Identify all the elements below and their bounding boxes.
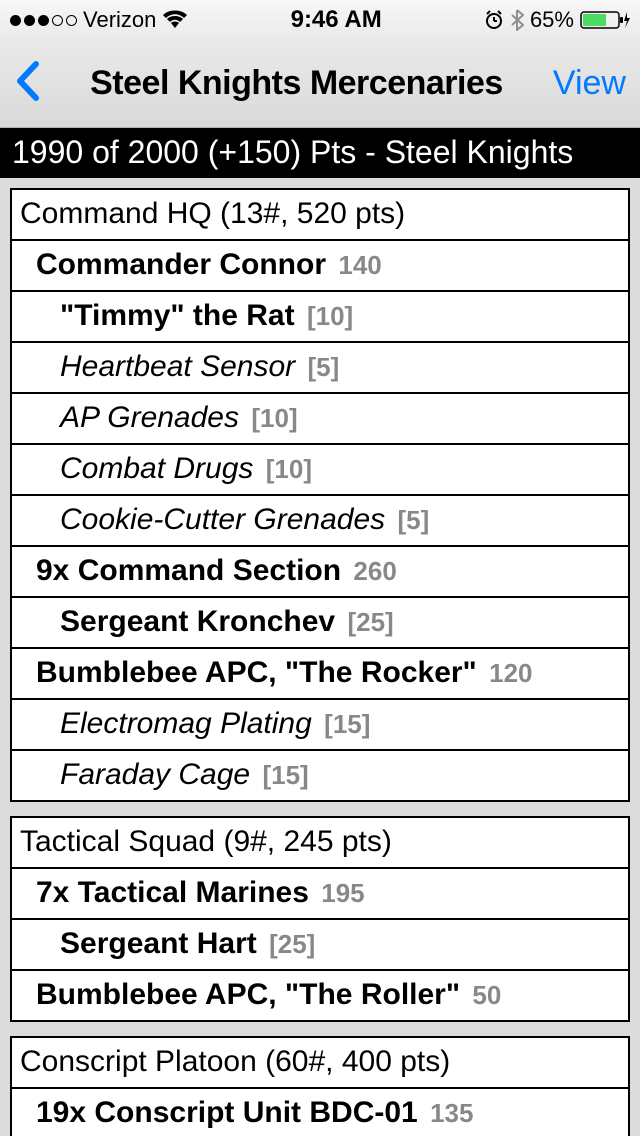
- roster-entry[interactable]: Bumblebee APC, "The Rocker" 120: [12, 647, 628, 698]
- entry-points: 15: [262, 760, 308, 790]
- group-header[interactable]: Command HQ (13#, 520 pts): [12, 190, 628, 239]
- entry-name: "Timmy" the Rat: [60, 299, 295, 332]
- entry-points: 50: [472, 980, 501, 1010]
- entry-name: Combat Drugs: [60, 452, 253, 485]
- roster-group: Conscript Platoon (60#, 400 pts)19x Cons…: [10, 1036, 630, 1136]
- entry-points: 5: [398, 505, 430, 535]
- points-summary: 1990 of 2000 (+150) Pts - Steel Knights: [0, 128, 640, 178]
- entry-points: 25: [269, 929, 315, 959]
- entry-points: 120: [489, 658, 532, 688]
- roster-entry[interactable]: 19x Conscript Unit BDC-01 135: [12, 1087, 628, 1136]
- entry-points: 260: [353, 556, 396, 586]
- entry-points: 15: [324, 709, 370, 739]
- entry-name: Heartbeat Sensor: [60, 350, 295, 383]
- entry-name: Sergeant Hart: [60, 927, 257, 960]
- roster-entry[interactable]: Cookie-Cutter Grenades 5: [12, 494, 628, 545]
- entry-name: AP Grenades: [60, 401, 239, 434]
- status-time: 9:46 AM: [291, 6, 382, 34]
- roster-group: Tactical Squad (9#, 245 pts)7x Tactical …: [10, 816, 630, 1022]
- roster-entry[interactable]: Bumblebee APC, "The Roller" 50: [12, 969, 628, 1020]
- status-left: Verizon: [10, 7, 188, 33]
- roster-entry[interactable]: "Timmy" the Rat 10: [12, 290, 628, 341]
- entry-name: Commander Connor: [36, 248, 326, 281]
- entry-name: Bumblebee APC, "The Roller": [36, 978, 460, 1011]
- group-header[interactable]: Tactical Squad (9#, 245 pts): [12, 818, 628, 867]
- entry-name: 7x Tactical Marines: [36, 876, 309, 909]
- entry-points: 10: [251, 403, 297, 433]
- entry-name: 19x Conscript Unit BDC-01: [36, 1096, 418, 1129]
- roster-entry[interactable]: Electromag Plating 15: [12, 698, 628, 749]
- roster-entry[interactable]: Combat Drugs 10: [12, 443, 628, 494]
- roster-entry[interactable]: 9x Command Section 260: [12, 545, 628, 596]
- group-header[interactable]: Conscript Platoon (60#, 400 pts): [12, 1038, 628, 1087]
- entry-points: 195: [321, 878, 364, 908]
- back-button[interactable]: [14, 60, 40, 107]
- bluetooth-icon: [510, 9, 524, 31]
- roster-group: Command HQ (13#, 520 pts)Commander Conno…: [10, 188, 630, 802]
- roster-list: Command HQ (13#, 520 pts)Commander Conno…: [0, 178, 640, 1136]
- battery-percent: 65%: [530, 7, 574, 33]
- roster-entry[interactable]: 7x Tactical Marines 195: [12, 867, 628, 918]
- battery-icon: [580, 10, 630, 30]
- entry-name: Electromag Plating: [60, 707, 312, 740]
- roster-entry[interactable]: AP Grenades 10: [12, 392, 628, 443]
- entry-points: 10: [307, 301, 353, 331]
- entry-points: 5: [307, 352, 339, 382]
- alarm-icon: [484, 10, 504, 30]
- entry-name: Cookie-Cutter Grenades: [60, 503, 385, 536]
- entry-points: 135: [430, 1098, 473, 1128]
- entry-name: 9x Command Section: [36, 554, 341, 587]
- roster-entry[interactable]: Heartbeat Sensor 5: [12, 341, 628, 392]
- status-right: 65%: [484, 7, 630, 33]
- roster-entry[interactable]: Sergeant Hart 25: [12, 918, 628, 969]
- entry-points: 10: [266, 454, 312, 484]
- entry-name: Bumblebee APC, "The Rocker": [36, 656, 477, 689]
- signal-strength-icon: [10, 15, 77, 26]
- wifi-icon: [162, 10, 188, 30]
- entry-points: 25: [347, 607, 393, 637]
- nav-bar: Steel Knights Mercenaries View: [0, 40, 640, 128]
- page-title: Steel Knights Mercenaries: [40, 64, 553, 103]
- status-bar: Verizon 9:46 AM 65%: [0, 0, 640, 40]
- carrier-label: Verizon: [83, 7, 156, 33]
- roster-entry[interactable]: Commander Connor 140: [12, 239, 628, 290]
- roster-entry[interactable]: Sergeant Kronchev 25: [12, 596, 628, 647]
- entry-name: Sergeant Kronchev: [60, 605, 335, 638]
- entry-points: 140: [338, 250, 381, 280]
- entry-name: Faraday Cage: [60, 758, 250, 791]
- roster-entry[interactable]: Faraday Cage 15: [12, 749, 628, 800]
- view-button[interactable]: View: [553, 64, 626, 103]
